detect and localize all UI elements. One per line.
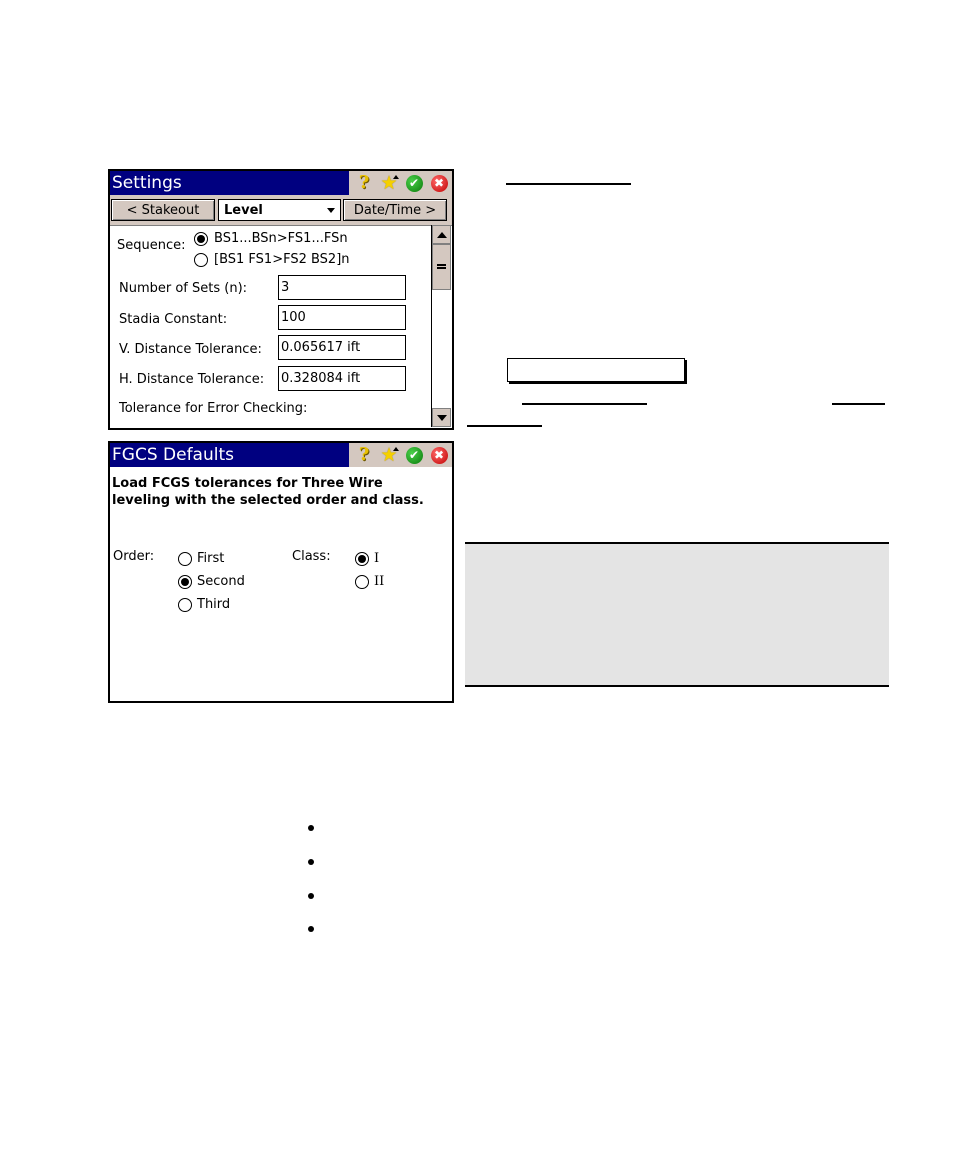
bullet-marker (308, 893, 314, 899)
settings-navrow: < Stakeout Level Date/Time > (110, 195, 452, 226)
chevron-down-icon (327, 208, 335, 213)
sequence-radio-2[interactable] (194, 253, 208, 267)
category-select[interactable]: Level (218, 199, 341, 221)
sequence-label: Sequence: (117, 238, 186, 253)
star-icon[interactable]: ★ (380, 446, 399, 465)
order-label: Order: (113, 549, 155, 564)
settings-scrollbar[interactable] (431, 225, 451, 427)
settings-title: Settings (112, 173, 182, 193)
v-distance-tolerance-label: V. Distance Tolerance: (119, 342, 262, 357)
sequence-option-1[interactable]: BS1...BSn>FS1...FSn (214, 231, 348, 246)
underline-rule (467, 425, 542, 427)
underline-rule (506, 183, 631, 185)
titlebar-icons: ? ★ ✔ ✖ (349, 171, 452, 195)
close-icon[interactable]: ✖ (430, 446, 448, 464)
bullet-marker (308, 926, 314, 932)
category-select-value: Level (224, 202, 263, 218)
fgcs-description-line2: leveling with the selected order and cla… (112, 493, 424, 508)
settings-titlebar: Settings ? ★ ✔ ✖ (110, 171, 452, 195)
prev-stakeout-button[interactable]: < Stakeout (111, 199, 215, 221)
v-distance-tolerance-field[interactable]: 0.065617 ift (278, 335, 406, 360)
h-distance-tolerance-field[interactable]: 0.328084 ift (278, 366, 406, 391)
scroll-up-icon[interactable] (432, 225, 451, 244)
stadia-constant-field[interactable]: 100 (278, 305, 406, 330)
shaded-note-box (465, 542, 889, 687)
star-icon[interactable]: ★ (380, 174, 399, 193)
sequence-option-2[interactable]: [BS1 FS1>FS2 BS2]n (214, 252, 350, 267)
order-radio-first[interactable] (178, 552, 192, 566)
order-option-second[interactable]: Second (197, 574, 245, 589)
class-radio-i[interactable] (355, 552, 369, 566)
sequence-radio-1[interactable] (194, 232, 208, 246)
order-radio-third[interactable] (178, 598, 192, 612)
ok-icon[interactable]: ✔ (405, 174, 423, 192)
underline-rule (522, 403, 647, 405)
number-of-sets-field[interactable]: 3 (278, 275, 406, 300)
h-distance-tolerance-label: H. Distance Tolerance: (119, 372, 265, 387)
scroll-thumb[interactable] (432, 244, 451, 290)
close-icon[interactable]: ✖ (430, 174, 448, 192)
class-radio-ii[interactable] (355, 575, 369, 589)
fgcs-description-line1: Load FCGS tolerances for Three Wire (112, 476, 383, 491)
settings-dialog: Settings ? ★ ✔ ✖ < Stakeout Level Date/T… (108, 169, 454, 430)
bullet-marker (308, 825, 314, 831)
class-label: Class: (292, 549, 331, 564)
order-radio-second[interactable] (178, 575, 192, 589)
fgcs-titlebar: FGCS Defaults ? ★ ✔ ✖ (110, 443, 452, 467)
bullet-marker (308, 859, 314, 865)
tolerance-error-checking-label: Tolerance for Error Checking: (119, 401, 308, 416)
class-option-i[interactable]: I (374, 551, 379, 566)
underline-rule (832, 403, 885, 405)
next-datetime-button[interactable]: Date/Time > (343, 199, 447, 221)
order-option-first[interactable]: First (197, 551, 224, 566)
order-option-third[interactable]: Third (197, 597, 230, 612)
stadia-constant-label: Stadia Constant: (119, 312, 228, 327)
number-of-sets-label: Number of Sets (n): (119, 281, 248, 296)
fgcs-defaults-dialog: FGCS Defaults ? ★ ✔ ✖ Load FCGS toleranc… (108, 441, 454, 703)
boxed-reference-frame (507, 358, 685, 382)
help-icon[interactable]: ? (355, 174, 373, 192)
class-option-ii[interactable]: II (374, 574, 384, 589)
titlebar-icons: ? ★ ✔ ✖ (349, 443, 452, 467)
scroll-down-icon[interactable] (432, 408, 451, 427)
help-icon[interactable]: ? (355, 446, 373, 464)
fgcs-title: FGCS Defaults (112, 445, 234, 465)
ok-icon[interactable]: ✔ (405, 446, 423, 464)
